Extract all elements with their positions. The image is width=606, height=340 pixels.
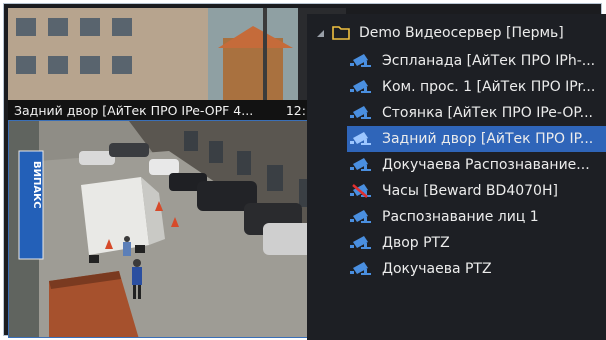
camera-title: Задний двор [АйТек ПРО IPe-OPF 4... bbox=[14, 103, 254, 118]
tree-item-camera[interactable]: Докучаева Распознавание... bbox=[307, 152, 606, 178]
camera-icon bbox=[350, 106, 371, 119]
tree-item-label: Двор PTZ bbox=[382, 235, 450, 251]
tree-item-camera[interactable]: Докучаева PTZ bbox=[307, 256, 606, 282]
camera-icon bbox=[350, 80, 371, 93]
tree-item-camera[interactable]: Эспланада [АйТек ПРО IPh-... bbox=[307, 48, 606, 74]
tree-root-server[interactable]: Demo Видеосервер [Пермь] bbox=[307, 20, 606, 46]
tree-item-label: Ком. прос. 1 [АйТек ПРО IPr... bbox=[382, 79, 596, 95]
expanded-triangle-icon[interactable] bbox=[317, 30, 324, 37]
camera-icon bbox=[350, 210, 371, 223]
camera-alarm-icon bbox=[350, 184, 371, 198]
tree-item-label: Эспланада [АйТек ПРО IPh-... bbox=[382, 53, 596, 69]
tree-item-label: Докучаева PTZ bbox=[382, 261, 492, 277]
camera-view[interactable]: Задний двор [АйТек ПРО IPe-OPF 4... 12:1… bbox=[8, 8, 346, 338]
camera-feed-main[interactable]: ВИПАКС bbox=[8, 120, 346, 338]
tree-item-camera-selected[interactable]: Задний двор [АйТек ПРО IP... bbox=[307, 126, 606, 152]
camera-icon bbox=[350, 54, 371, 67]
tree-root-label: Demo Видеосервер [Пермь] bbox=[359, 25, 564, 41]
camera-title-bar[interactable]: Задний двор [АйТек ПРО IPe-OPF 4... 12:1… bbox=[8, 100, 346, 121]
camera-icon bbox=[350, 158, 371, 171]
tree-item-label: Стоянка [АйТек ПРО IPe-OP... bbox=[382, 105, 593, 121]
camera-image-top bbox=[8, 8, 346, 100]
tree-item-camera[interactable]: Стоянка [АйТек ПРО IPe-OP... bbox=[307, 100, 606, 126]
tree-item-label: Часы [Beward BD4070H] bbox=[382, 183, 558, 199]
tree-item-camera[interactable]: Двор PTZ bbox=[307, 230, 606, 256]
sign-text: ВИПАКС bbox=[31, 161, 42, 209]
camera-tree-panel[interactable]: Demo Видеосервер [Пермь] Эспланада [АйТе… bbox=[307, 14, 606, 340]
camera-icon bbox=[350, 262, 371, 275]
tree-item-camera-alarm[interactable]: Часы [Beward BD4070H] bbox=[307, 178, 606, 204]
video-client-window: Задний двор [АйТек ПРО IPe-OPF 4... 12:1… bbox=[3, 3, 606, 340]
camera-image-main: ВИПАКС bbox=[9, 121, 345, 337]
tree-item-camera[interactable]: Ком. прос. 1 [АйТек ПРО IPr... bbox=[307, 74, 606, 100]
tree-item-camera[interactable]: Распознавание лиц 1 bbox=[307, 204, 606, 230]
tree-item-label: Докучаева Распознавание... bbox=[382, 157, 590, 173]
camera-icon bbox=[350, 236, 371, 249]
camera-icon bbox=[350, 132, 371, 145]
camera-feed-top[interactable] bbox=[8, 8, 346, 100]
folder-icon bbox=[332, 26, 350, 40]
tree-item-label: Задний двор [АйТек ПРО IP... bbox=[382, 131, 594, 147]
tree-item-label: Распознавание лиц 1 bbox=[382, 209, 539, 225]
